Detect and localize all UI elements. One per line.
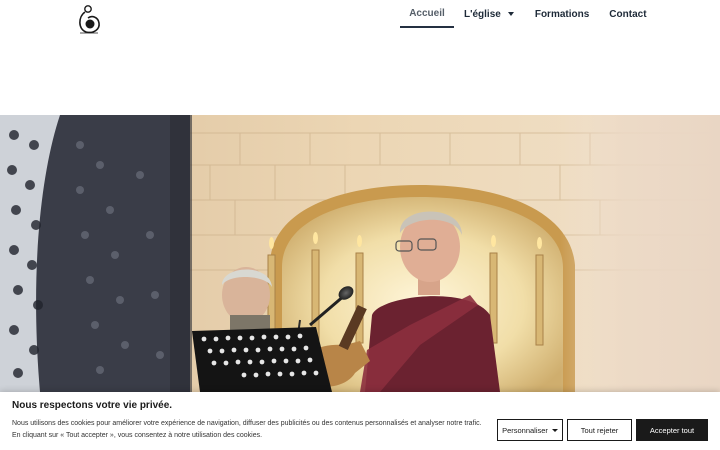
logo-icon: [79, 5, 100, 34]
nav-item-church[interactable]: L'église: [464, 0, 514, 28]
cookie-banner: Nous respectons votre vie privée. Nous u…: [0, 392, 720, 450]
accept-all-button-label: Accepter tout: [649, 425, 695, 435]
site-logo[interactable]: [74, 3, 104, 39]
nav-item-label: Accueil: [409, 7, 445, 19]
reject-all-button-label: Tout rejeter: [580, 425, 619, 435]
reject-all-button[interactable]: Tout rejeter: [567, 419, 632, 441]
customize-button[interactable]: Personnaliser: [497, 419, 563, 441]
main-nav: Accueil L'église Formations Contact: [400, 0, 647, 32]
nav-item-label: Formations: [534, 8, 590, 20]
chevron-down-icon: [551, 428, 558, 432]
page: Accueil L'église Formations Contact Nous…: [0, 0, 720, 450]
nav-item-contact[interactable]: Contact: [609, 0, 646, 28]
nav-item-label: Contact: [609, 8, 647, 20]
accept-all-button[interactable]: Accepter tout: [636, 419, 708, 441]
cookie-banner-line: Nous utilisons des cookies pour améliore…: [12, 420, 482, 427]
nav-item-home[interactable]: Accueil: [400, 0, 454, 28]
cookie-banner-text: Nous utilisons des cookies pour améliore…: [12, 418, 492, 442]
chevron-down-icon: [507, 12, 514, 16]
cookie-banner-line: En cliquant sur « Tout accepter », vous …: [12, 432, 263, 439]
hero-photo: [0, 115, 720, 392]
site-header: Accueil L'église Formations Contact: [0, 0, 720, 115]
cookie-banner-title: Nous respectons votre vie privée.: [12, 400, 173, 411]
nav-item-trainings[interactable]: Formations: [535, 0, 589, 28]
hero-image: [0, 115, 720, 392]
nav-item-label: L'église: [464, 8, 501, 20]
customize-button-label: Personnaliser: [502, 425, 548, 435]
